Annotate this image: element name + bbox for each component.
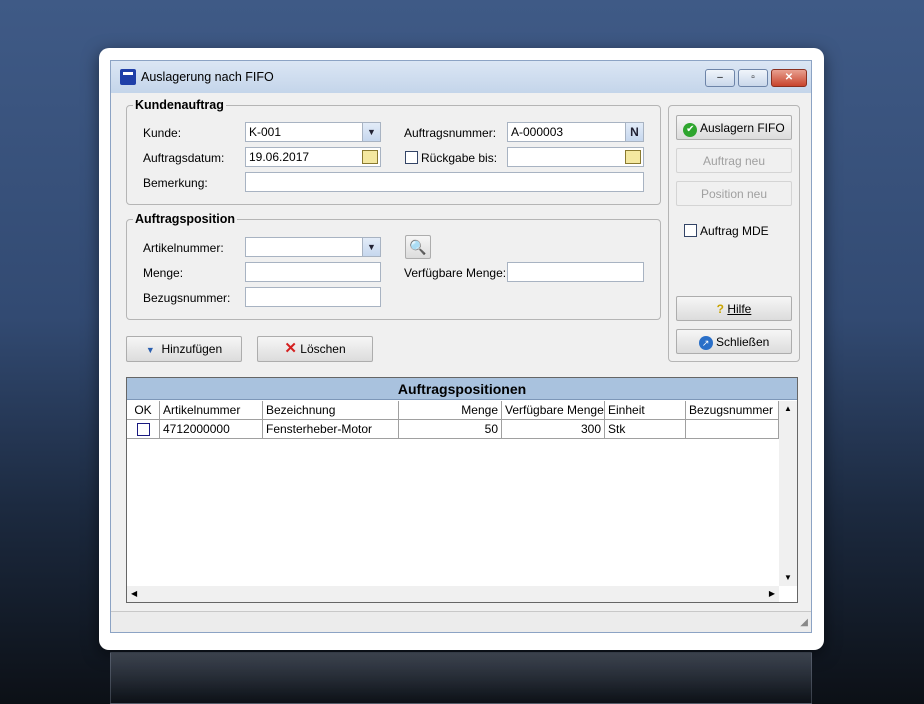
artikelnummer-cell: 4712000000 [160,420,263,439]
bezeichnung-cell: Fensterheber-Motor [263,420,399,439]
menge-cell: 50 [399,420,502,439]
position-neu-button[interactable]: Position neu [676,181,792,206]
menge-label: Menge: [143,266,184,280]
auftragsnummer-field[interactable]: A-000003 N [507,122,644,142]
chevron-down-icon[interactable]: ▼ [362,123,380,141]
chevron-down-icon[interactable]: ▼ [362,238,380,256]
rueckgabe-date-field[interactable] [507,147,644,167]
verfuegbare-menge-field[interactable] [507,262,644,282]
column-header-ok[interactable]: OK [127,401,160,420]
kunde-value: K-001 [249,125,282,139]
bemerkung-label: Bemerkung: [143,176,208,190]
close-button[interactable]: ✕ [771,69,807,87]
window-reflection [110,652,812,704]
search-artikel-button[interactable]: 🔍 [405,235,431,259]
column-header-artikelnummer[interactable]: Artikelnummer [160,401,263,420]
horizontal-scrollbar[interactable]: ◀ ▶ [127,586,779,602]
einheit-cell: Stk [605,420,686,439]
rueckgabe-checkbox[interactable] [405,151,418,164]
scroll-down-icon[interactable]: ▼ [779,570,797,586]
calendar-icon[interactable] [362,150,378,164]
resize-grip-icon[interactable]: ◢ [800,617,808,628]
kunde-label: Kunde: [143,126,182,140]
scroll-right-icon[interactable]: ▶ [769,586,775,602]
menge-field[interactable] [245,262,381,282]
vertical-scrollbar[interactable]: ▲ ▼ [779,401,797,586]
new-number-button[interactable]: N [625,123,643,141]
auftragsnummer-value: A-000003 [511,125,564,139]
help-icon: ? [716,302,724,316]
hinzufuegen-button[interactable]: ▼ Hinzufügen [126,336,242,362]
auftragsposition-legend: Auftragsposition [133,212,237,226]
verfuegbare-menge-label: Verfügbare Menge: [404,266,507,280]
kunde-combobox[interactable]: K-001 ▼ [245,122,381,142]
calendar-icon[interactable] [625,150,641,164]
column-header-verfuegbar[interactable]: Verfügbare Menge [502,401,605,420]
scroll-left-icon[interactable]: ◀ [131,586,137,602]
auftragsdatum-value: 19.06.2017 [249,150,310,164]
auftrag-mde-checkbox[interactable] [684,224,697,237]
app-icon [120,69,136,85]
auftragsnummer-label: Auftragsnummer: [404,126,497,140]
bemerkung-field[interactable] [245,172,644,192]
artikelnummer-combobox[interactable]: ▼ [245,237,381,257]
grid-header: OK Artikelnummer Bezeichnung Menge Verfü… [127,401,779,420]
delete-x-icon: ✕ [284,340,297,357]
column-header-menge[interactable]: Menge [399,401,502,420]
magnifier-icon: 🔍 [409,239,427,255]
status-bar: ◢ [111,611,811,632]
dialog-window: Auslagerung nach FIFO – ▫ ✕ Kundenauftra… [110,60,812,633]
auslagern-fifo-button[interactable]: ✔ Auslagern FIFO [676,115,792,140]
auftragsdatum-field[interactable]: 19.06.2017 [245,147,381,167]
auftragspositionen-grid: Auftragspositionen OK Artikelnummer Beze… [126,377,798,603]
bezugsnummer-cell [686,420,779,439]
bezugsnummer-field[interactable] [245,287,381,307]
window-title: Auslagerung nach FIFO [141,70,274,84]
auftragsdatum-label: Auftragsdatum: [143,151,225,165]
rueckgabe-label: Rückgabe bis: [421,151,498,165]
row-ok-cell[interactable] [127,420,160,439]
minimize-button[interactable]: – [705,69,735,87]
artikelnummer-label: Artikelnummer: [143,241,224,255]
auftrag-mde-label: Auftrag MDE [700,224,769,238]
schliessen-label: Schließen [715,335,770,349]
maximize-button[interactable]: ▫ [738,69,768,87]
arrow-down-icon: ▼ [145,345,155,355]
loeschen-button[interactable]: ✕ Löschen [257,336,373,362]
check-icon: ✔ [683,123,698,137]
schliessen-button[interactable]: ↗ Schließen [676,329,792,354]
hilfe-button[interactable]: ? Hilfe [676,296,792,321]
auslagern-label: Auslagern FIFO [699,121,785,135]
auftrag-neu-button[interactable]: Auftrag neu [676,148,792,173]
ok-checkbox[interactable] [137,423,150,436]
verfuegbar-cell: 300 [502,420,605,439]
grid-title: Auftragspositionen [127,378,797,400]
title-bar: Auslagerung nach FIFO – ▫ ✕ [111,61,811,93]
exit-arrow-icon: ↗ [698,336,713,350]
table-row[interactable]: 4712000000 Fensterheber-Motor 50 300 Stk [127,420,779,439]
hinzufuegen-label: Hinzufügen [161,342,223,356]
bezugsnummer-label: Bezugsnummer: [143,291,231,305]
column-header-bezugsnummer[interactable]: Bezugsnummer [686,401,779,420]
hilfe-label: Hilfe [727,302,752,316]
column-header-einheit[interactable]: Einheit [605,401,686,420]
loeschen-label: Löschen [300,342,346,356]
scroll-up-icon[interactable]: ▲ [779,401,797,417]
kundenauftrag-legend: Kundenauftrag [133,98,226,112]
column-header-bezeichnung[interactable]: Bezeichnung [263,401,399,420]
